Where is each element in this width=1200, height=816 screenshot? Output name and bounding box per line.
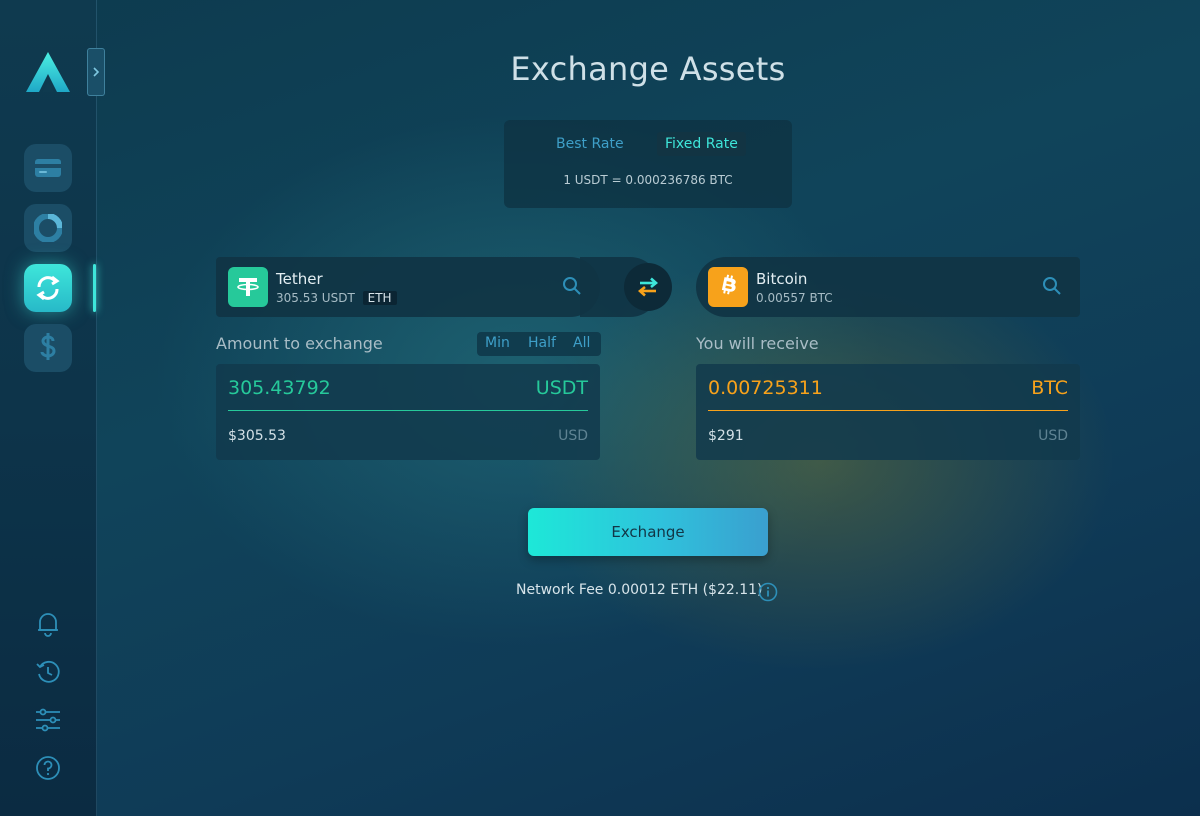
from-amount-unit: USDT <box>535 377 588 399</box>
history-icon <box>36 660 60 683</box>
tether-icon <box>228 267 268 307</box>
sync-icon <box>36 275 60 301</box>
to-amount-value: 0.00725311 <box>708 377 823 399</box>
from-usd-value: $305.53 <box>228 428 286 444</box>
to-amount-underline <box>708 410 1068 411</box>
dollar-icon <box>40 333 56 360</box>
exchange-rate-text: 1 USDT = 0.000236786 BTC <box>563 173 733 187</box>
exchange-button[interactable]: Exchange <box>528 508 768 556</box>
search-icon[interactable] <box>1041 275 1063 297</box>
from-amount-box: 305.43792 USDT $305.53 USD <box>216 364 600 460</box>
active-nav-indicator <box>93 264 96 312</box>
nav-portfolio[interactable] <box>24 204 72 252</box>
help-icon <box>36 756 60 780</box>
amount-label: Amount to exchange <box>216 334 383 353</box>
from-amount-input[interactable]: 305.43792 <box>228 377 331 399</box>
swap-arrows-icon <box>637 277 659 297</box>
info-icon[interactable] <box>758 582 778 602</box>
wallet-icon <box>35 159 61 177</box>
to-amount-unit: BTC <box>1031 377 1068 399</box>
rate-selector: Best Rate Fixed Rate 1 USDT = 0.00023678… <box>504 120 792 208</box>
to-asset-name: Bitcoin <box>756 270 808 288</box>
page-title: Exchange Assets <box>510 50 786 88</box>
nav-exchange[interactable] <box>24 264 72 312</box>
chain-badge: ETH <box>362 291 397 305</box>
half-button[interactable]: Half <box>528 335 556 351</box>
app-logo[interactable] <box>24 50 72 94</box>
nav-buy[interactable] <box>24 324 72 372</box>
to-usd-value: $291 <box>708 428 744 444</box>
from-asset-balance: 305.53 USDT ETH <box>276 291 397 305</box>
to-asset-balance: 0.00557 BTC <box>756 291 833 305</box>
notifications-button[interactable] <box>34 610 62 638</box>
min-button[interactable]: Min <box>485 335 510 351</box>
nav-wallet[interactable] <box>24 144 72 192</box>
tab-best-rate[interactable]: Best Rate <box>548 132 632 156</box>
network-fee-value: 0.00012 ETH ($22.11) <box>607 582 763 598</box>
to-usd-unit: USD <box>1038 428 1068 444</box>
sliders-icon <box>36 708 60 732</box>
from-usd-unit: USD <box>558 428 588 444</box>
bitcoin-icon <box>708 267 748 307</box>
receive-label: You will receive <box>696 334 819 353</box>
bell-icon <box>38 613 58 637</box>
all-button[interactable]: All <box>573 335 590 351</box>
tab-fixed-rate[interactable]: Fixed Rate <box>657 132 746 156</box>
from-asset-name: Tether <box>276 270 323 288</box>
from-asset-selector[interactable]: Tether 305.53 USDT ETH <box>216 257 600 317</box>
network-fee: Network Fee 0.00012 ETH ($22.11) <box>516 582 763 602</box>
swap-assets-button[interactable] <box>624 263 672 311</box>
network-fee-label: Network Fee <box>516 582 604 598</box>
sidebar <box>0 0 105 816</box>
to-amount-box: 0.00725311 BTC $291 USD <box>696 364 1080 460</box>
quick-amount-group: Min Half All <box>477 332 601 356</box>
pie-chart-icon <box>34 214 62 242</box>
search-icon[interactable] <box>561 275 583 297</box>
from-amount-underline <box>228 410 588 411</box>
settings-button[interactable] <box>34 706 62 734</box>
history-button[interactable] <box>34 658 62 686</box>
from-balance-value: 305.53 USDT <box>276 291 355 305</box>
to-asset-selector[interactable]: Bitcoin 0.00557 BTC <box>696 257 1080 317</box>
help-button[interactable] <box>34 754 62 782</box>
